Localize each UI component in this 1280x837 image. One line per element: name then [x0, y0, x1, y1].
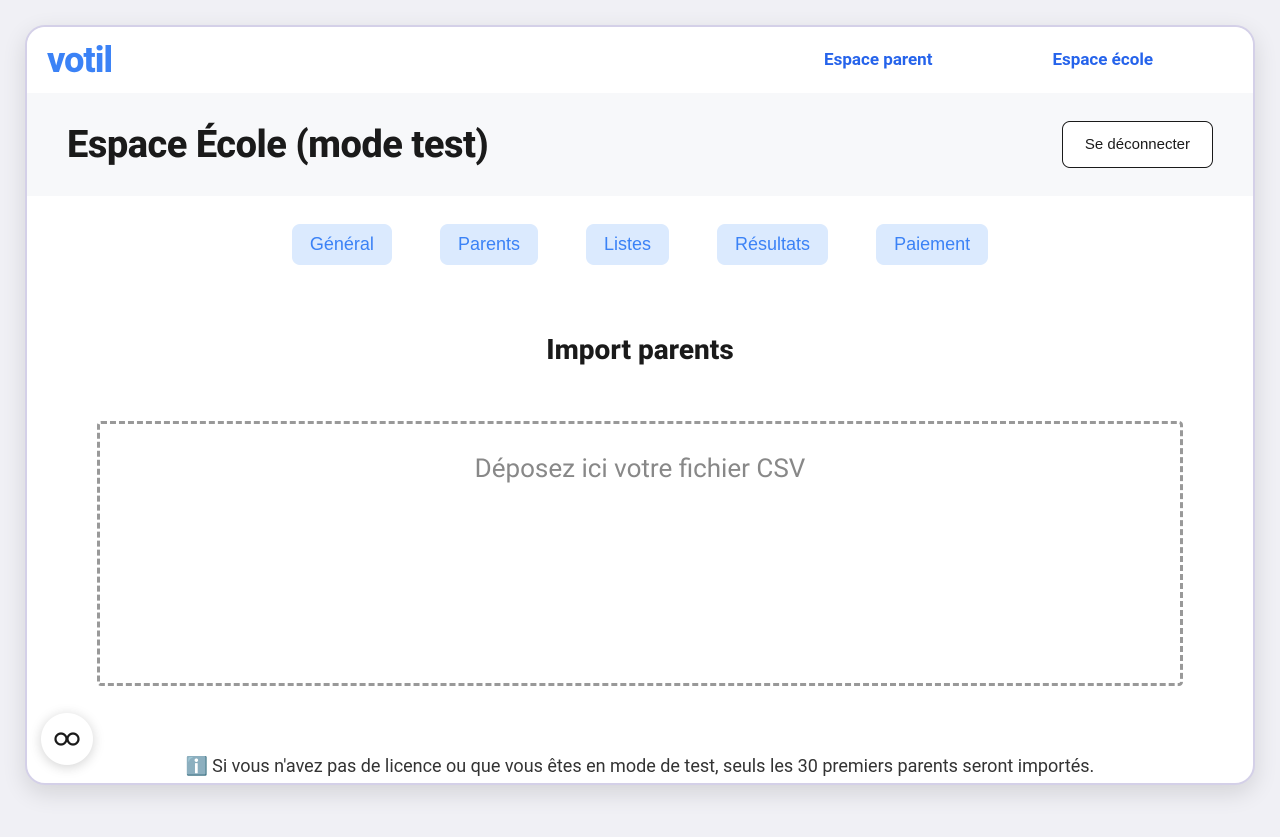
section-title: Import parents	[97, 333, 1183, 366]
logo[interactable]: votil	[47, 39, 112, 81]
tab-payment[interactable]: Paiement	[876, 224, 988, 265]
tab-general[interactable]: Général	[292, 224, 392, 265]
info-message: Si vous n'avez pas de licence ou que vou…	[212, 756, 1094, 777]
logout-button[interactable]: Se déconnecter	[1062, 121, 1213, 168]
nav-links: Espace parent Espace école	[824, 50, 1153, 70]
nav-link-school[interactable]: Espace école	[1052, 50, 1153, 70]
tab-lists[interactable]: Listes	[586, 224, 669, 265]
info-icon: ℹ️	[186, 756, 208, 777]
content-section: Import parents Déposez ici votre fichier…	[27, 293, 1253, 706]
link-icon	[54, 732, 80, 746]
csv-dropzone[interactable]: Déposez ici votre fichier CSV	[97, 421, 1183, 686]
page-title: Espace École (mode test)	[67, 123, 488, 167]
top-nav: votil Espace parent Espace école	[27, 27, 1253, 93]
app-container: votil Espace parent Espace école Espace …	[25, 25, 1255, 785]
info-text: ℹ️ Si vous n'avez pas de licence ou que …	[186, 756, 1095, 777]
header-section: Espace École (mode test) Se déconnecter	[27, 93, 1253, 196]
tabs-section: Général Parents Listes Résultats Paiemen…	[27, 196, 1253, 293]
dropzone-text: Déposez ici votre fichier CSV	[120, 454, 1160, 484]
tab-parents[interactable]: Parents	[440, 224, 538, 265]
tab-results[interactable]: Résultats	[717, 224, 828, 265]
help-widget-button[interactable]	[41, 713, 93, 765]
nav-link-parent[interactable]: Espace parent	[824, 50, 932, 70]
info-section: ℹ️ Si vous n'avez pas de licence ou que …	[27, 706, 1253, 785]
